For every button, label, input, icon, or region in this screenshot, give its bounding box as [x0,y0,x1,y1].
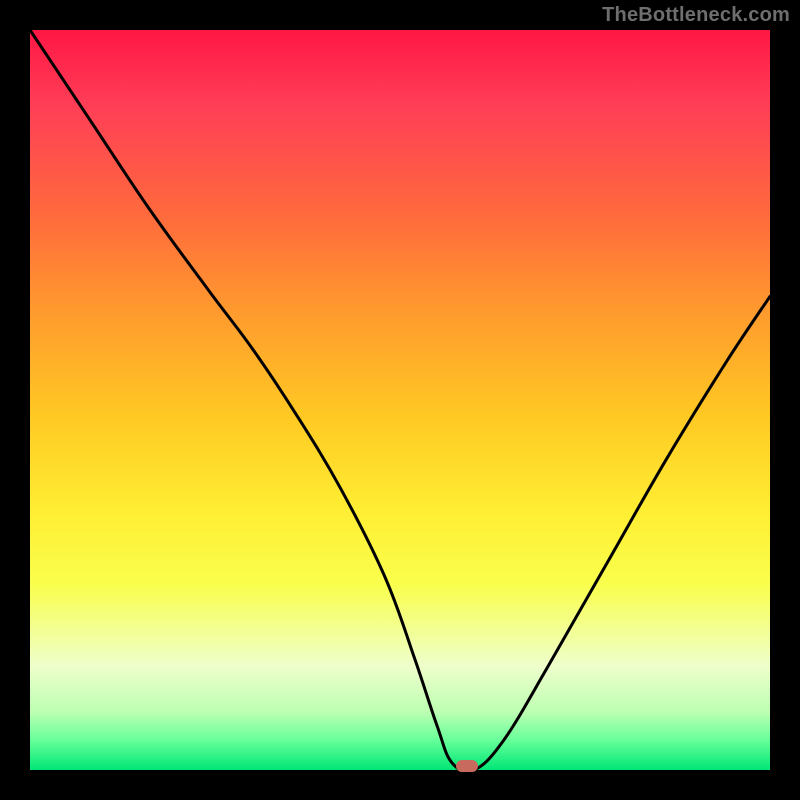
watermark-text: TheBottleneck.com [602,4,790,27]
chart-frame: TheBottleneck.com [0,0,800,800]
curve-svg [30,30,770,770]
plot-area [30,30,770,770]
bottleneck-curve [30,30,770,772]
optimal-point-marker [456,760,478,772]
